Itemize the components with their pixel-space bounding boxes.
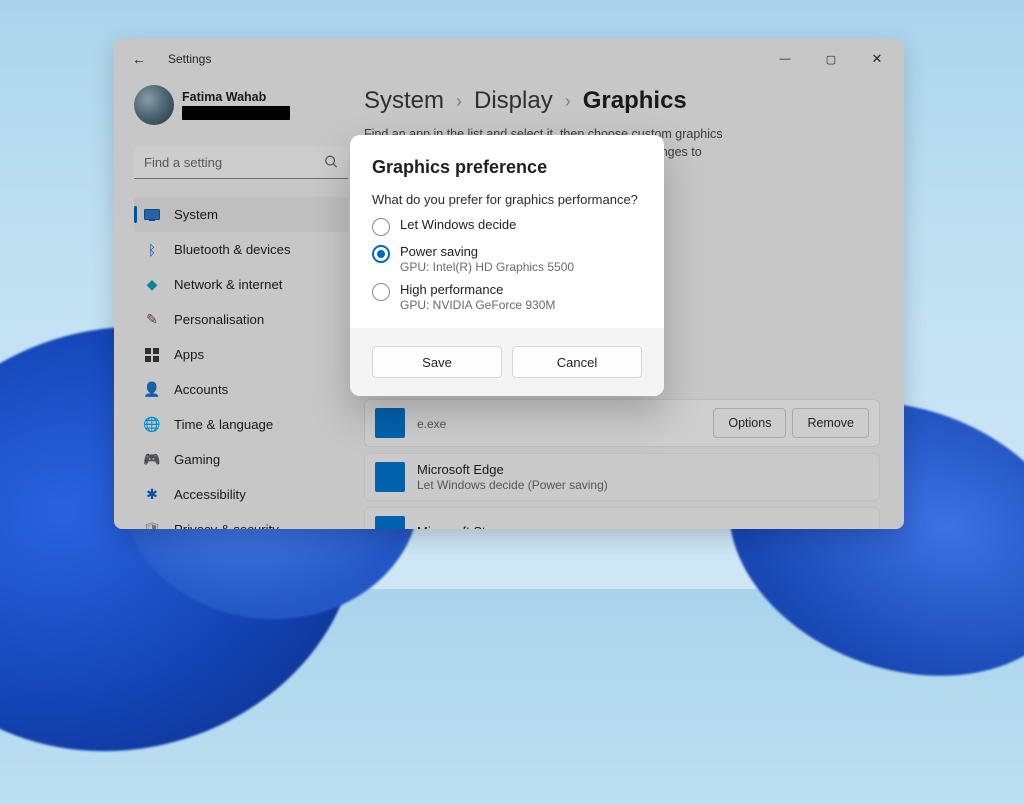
radio-icon <box>372 283 390 301</box>
radio-icon <box>372 218 390 236</box>
radio-let-windows-decide[interactable]: Let Windows decide <box>372 217 642 236</box>
radio-icon <box>372 245 390 263</box>
cancel-button[interactable]: Cancel <box>512 346 642 378</box>
save-button[interactable]: Save <box>372 346 502 378</box>
radio-label: Power saving <box>400 244 574 259</box>
graphics-preference-dialog: Graphics preference What do you prefer f… <box>350 135 664 396</box>
dialog-title: Graphics preference <box>372 157 642 178</box>
radio-sublabel: GPU: Intel(R) HD Graphics 5500 <box>400 260 574 274</box>
dialog-question: What do you prefer for graphics performa… <box>372 192 642 207</box>
radio-label: High performance <box>400 282 555 297</box>
radio-high-performance[interactable]: High performance GPU: NVIDIA GeForce 930… <box>372 282 642 312</box>
radio-sublabel: GPU: NVIDIA GeForce 930M <box>400 298 555 312</box>
radio-power-saving[interactable]: Power saving GPU: Intel(R) HD Graphics 5… <box>372 244 642 274</box>
radio-label: Let Windows decide <box>400 217 516 232</box>
